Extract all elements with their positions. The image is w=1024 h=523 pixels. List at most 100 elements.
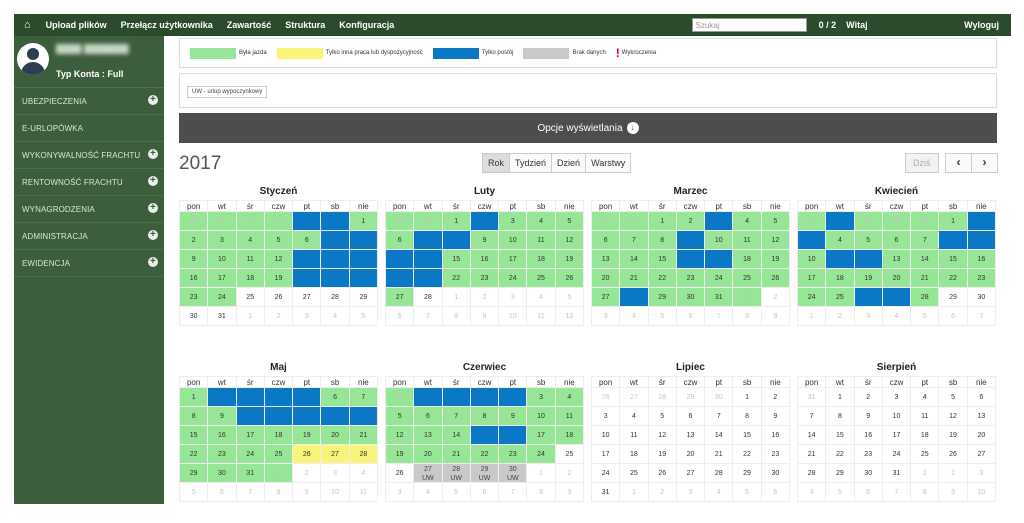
day-cell[interactable]: 3	[527, 388, 556, 407]
day-cell[interactable]: 27	[676, 464, 706, 483]
day-cell[interactable]: 12	[555, 307, 584, 326]
view-tydzień[interactable]: Tydzień	[509, 153, 553, 173]
sidebar-item-ewidencja[interactable]: EWIDENCJA +	[14, 250, 164, 277]
day-cell[interactable]: 3	[236, 388, 265, 407]
day-cell[interactable]: 17	[499, 250, 528, 269]
day-cell[interactable]: 16	[208, 426, 237, 445]
day-cell[interactable]: 7	[236, 483, 265, 502]
plus-icon[interactable]: +	[148, 230, 158, 240]
day-cell[interactable]: 4	[911, 388, 940, 407]
day-cell[interactable]: 13	[967, 407, 996, 426]
day-cell[interactable]: 5	[939, 388, 968, 407]
day-cell[interactable]: 18	[826, 269, 855, 288]
day-cell[interactable]: 25	[733, 269, 762, 288]
day-cell[interactable]: 4	[264, 388, 294, 407]
day-cell[interactable]: 7	[414, 307, 443, 326]
day-cell[interactable]: 7	[414, 231, 443, 250]
day-cell[interactable]: 30	[208, 464, 237, 483]
day-cell[interactable]: 4	[527, 212, 556, 231]
day-cell[interactable]: 14	[911, 250, 940, 269]
day-cell[interactable]: 1	[180, 388, 209, 407]
day-cell[interactable]: 8	[470, 407, 500, 426]
day-cell[interactable]: 6	[208, 483, 237, 502]
day-cell[interactable]: 2	[648, 483, 677, 502]
day-cell[interactable]: 10	[499, 231, 528, 250]
day-cell[interactable]: 19	[293, 426, 322, 445]
day-cell[interactable]: 6	[939, 307, 968, 326]
day-cell[interactable]: 1	[648, 212, 677, 231]
day-cell[interactable]: 3	[705, 212, 734, 231]
day-cell[interactable]: 30	[967, 288, 996, 307]
day-cell[interactable]: 16	[967, 250, 996, 269]
display-options-button[interactable]: Opcje wyświetlania ↓	[179, 113, 997, 143]
plus-icon[interactable]: +	[148, 203, 158, 213]
day-cell[interactable]: 14	[705, 426, 734, 445]
day-cell[interactable]: 18	[236, 269, 265, 288]
day-cell[interactable]: 4	[414, 483, 443, 502]
day-cell[interactable]: 14	[414, 250, 443, 269]
day-cell[interactable]: 6	[854, 483, 883, 502]
day-cell[interactable]: 21	[911, 269, 940, 288]
day-cell[interactable]: 11	[527, 231, 556, 250]
day-cell[interactable]: 22	[733, 445, 762, 464]
day-cell[interactable]: 29	[826, 464, 855, 483]
day-cell[interactable]: 1	[733, 288, 762, 307]
day-cell[interactable]: 30	[386, 212, 415, 231]
day-cell[interactable]: 5	[826, 483, 855, 502]
day-cell[interactable]: 5	[555, 288, 584, 307]
day-cell[interactable]: 3	[967, 464, 996, 483]
day-cell[interactable]: 31	[442, 388, 471, 407]
day-cell[interactable]: 3	[882, 388, 912, 407]
day-cell[interactable]: 21	[414, 269, 443, 288]
day-cell[interactable]: 25	[911, 445, 940, 464]
day-cell[interactable]: 5	[648, 407, 677, 426]
day-cell[interactable]: 1	[470, 388, 500, 407]
day-cell[interactable]: 30	[705, 388, 734, 407]
day-cell[interactable]: 15	[470, 426, 500, 445]
day-cell[interactable]: 19	[939, 426, 968, 445]
day-cell[interactable]: 16	[180, 269, 209, 288]
day-cell[interactable]: 30	[882, 212, 912, 231]
day-cell[interactable]: 15	[939, 250, 968, 269]
day-cell[interactable]: 27	[620, 388, 649, 407]
day-cell[interactable]: 27	[967, 445, 996, 464]
day-cell[interactable]: 1	[349, 212, 378, 231]
home-icon[interactable]: ⌂	[14, 19, 39, 31]
day-cell[interactable]: 3	[321, 464, 350, 483]
day-cell[interactable]: 31	[911, 212, 940, 231]
day-cell[interactable]: 11	[264, 407, 294, 426]
day-cell[interactable]: 19	[264, 269, 294, 288]
day-cell[interactable]: 1	[826, 388, 855, 407]
day-cell[interactable]: 23	[967, 269, 996, 288]
day-cell[interactable]: 11	[555, 407, 584, 426]
day-cell[interactable]: 1	[733, 388, 762, 407]
day-cell[interactable]: 10	[967, 483, 996, 502]
day-cell[interactable]: 4	[620, 407, 649, 426]
day-cell[interactable]: 25	[555, 445, 584, 464]
day-cell[interactable]: 1	[939, 212, 968, 231]
day-cell[interactable]: 31	[882, 464, 912, 483]
day-cell[interactable]: 2	[470, 212, 500, 231]
day-cell[interactable]: 2	[555, 464, 584, 483]
day-cell[interactable]: 7	[967, 307, 996, 326]
next-button[interactable]: ›	[971, 153, 998, 173]
day-cell[interactable]: 7	[798, 407, 827, 426]
day-cell[interactable]: 20	[592, 269, 621, 288]
day-cell[interactable]: 11	[826, 250, 855, 269]
day-cell[interactable]: 6	[676, 307, 706, 326]
structure-link[interactable]: Struktura	[278, 20, 332, 30]
day-cell[interactable]: 23	[499, 445, 528, 464]
day-cell[interactable]: 22	[470, 445, 500, 464]
day-cell[interactable]: 24	[236, 445, 265, 464]
day-cell[interactable]: 5	[180, 483, 209, 502]
day-cell[interactable]: 25	[826, 288, 855, 307]
search-input[interactable]: Szukaj	[691, 18, 807, 32]
today-button[interactable]: Dziś	[905, 153, 939, 173]
day-cell[interactable]: 22	[648, 269, 677, 288]
day-cell[interactable]: 3	[676, 483, 706, 502]
day-cell[interactable]: 6	[761, 483, 790, 502]
day-cell[interactable]: 13	[321, 407, 350, 426]
day-cell[interactable]: 25	[264, 445, 294, 464]
day-cell[interactable]: 20	[414, 445, 443, 464]
day-cell[interactable]: 22	[349, 269, 378, 288]
